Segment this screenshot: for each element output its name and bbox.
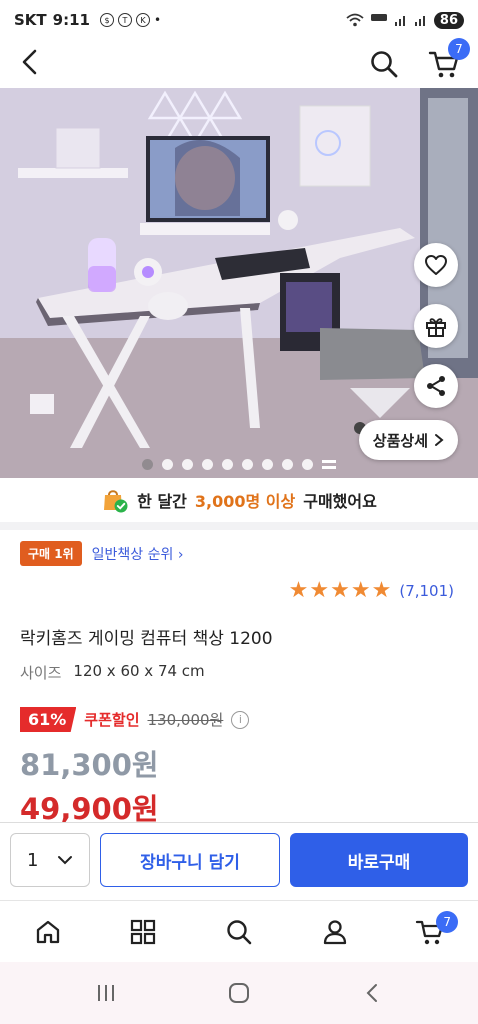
pagination-dot[interactable] [142, 459, 153, 470]
heart-icon [425, 255, 447, 275]
pagination-dot[interactable] [262, 459, 273, 470]
battery-level: 86 [433, 11, 464, 29]
product-detail-button[interactable]: 상품상세 [358, 420, 458, 460]
info-icon[interactable]: i [231, 710, 250, 729]
product-image-gallery[interactable]: 상품상세 [0, 88, 478, 478]
signal-icon-2 [414, 16, 425, 26]
quantity-select[interactable]: 1 [10, 833, 90, 887]
status-time: 9:11 [52, 11, 90, 29]
system-back-button[interactable] [342, 973, 402, 1013]
product-detail-label: 상품상세 [372, 431, 428, 450]
chevron-left-icon [22, 49, 37, 75]
search-button[interactable] [364, 44, 404, 84]
status-bar: SKT 9:11 $ T K • 86 [0, 0, 478, 40]
chevron-down-icon [58, 856, 72, 865]
app-header: 7 [0, 38, 478, 88]
star-icon: ★ [309, 578, 330, 603]
user-icon [323, 919, 346, 944]
share-button[interactable] [414, 364, 458, 408]
bottom-tab-bar: 7 [0, 900, 478, 962]
like-button[interactable] [414, 243, 458, 287]
signal-icon [394, 16, 405, 26]
star-icon: ★ [350, 578, 371, 603]
more-notifications-icon: • [153, 13, 162, 27]
app-icon: K [135, 13, 150, 27]
chevron-right-icon: › [177, 546, 184, 563]
cart-count-badge: 7 [448, 38, 470, 60]
system-navigation-bar [0, 962, 478, 1024]
gift-button[interactable] [414, 304, 458, 348]
pagination-dot[interactable] [162, 459, 173, 470]
tab-cart[interactable]: 7 [400, 907, 460, 957]
tab-my-page[interactable] [305, 907, 365, 957]
carrier-label: SKT [14, 11, 47, 29]
coupon-discount-label: 쿠폰할인 [84, 711, 140, 729]
category-rank-label: 일반책상 순위 [91, 546, 174, 563]
tab-search[interactable] [209, 907, 269, 957]
pagination-dot[interactable] [222, 459, 233, 470]
recent-apps-icon [98, 985, 115, 1001]
social-proof-prefix: 한 달간 [137, 492, 187, 511]
size-label: 사이즈 [20, 664, 62, 682]
star-rating: ★ ★ ★ ★ ★ [289, 580, 392, 602]
product-title: 락키홈즈 게이밍 컴퓨터 책상 1200 [20, 629, 273, 649]
star-icon: ★ [288, 578, 309, 603]
original-price: 130,000원 [147, 711, 224, 729]
talk-icon: T [117, 13, 132, 27]
pagination-dot[interactable] [302, 459, 313, 470]
purchase-bar: 1 장바구니 담기 바로구매 [0, 822, 478, 900]
add-to-cart-button[interactable]: 장바구니 담기 [100, 833, 280, 887]
pagination-dot[interactable] [202, 459, 213, 470]
regular-price: 81,300원 [20, 748, 159, 782]
grid-icon [131, 919, 156, 944]
pagination-more-icon [322, 460, 336, 469]
social-proof-suffix: 구매했어요 [303, 492, 377, 511]
coupon-discount-row: 61% 쿠폰할인 130,000원 i [20, 707, 250, 732]
back-button[interactable] [12, 44, 48, 80]
star-icon: ★ [330, 578, 350, 603]
star-icon: ★ [371, 578, 392, 603]
shopping-bag-check-icon [104, 490, 128, 513]
gift-icon [426, 318, 446, 337]
share-icon [427, 376, 445, 396]
chevron-right-icon [435, 434, 444, 446]
home-circle-icon [228, 983, 249, 1003]
quantity-value: 1 [27, 849, 39, 871]
rank-row: 구매 1위 일반책상 순위 › [20, 541, 183, 566]
discount-rate-badge: 61% [20, 707, 77, 732]
social-proof-highlight: 3,000명 이상 [194, 492, 296, 511]
notification-icon: $ [99, 13, 114, 27]
cart-button[interactable]: 7 [422, 38, 470, 84]
section-divider [0, 522, 478, 530]
category-rank-link[interactable]: 일반책상 순위 › [92, 544, 184, 564]
cart-count-badge: 7 [436, 910, 459, 933]
pagination-dot[interactable] [242, 459, 253, 470]
volte-icon [370, 14, 387, 21]
tab-categories[interactable] [113, 907, 173, 957]
size-value: 120 x 60 x 74 cm [73, 662, 205, 680]
pagination-dot[interactable] [182, 459, 193, 470]
wifi-icon [346, 13, 364, 27]
home-system-button[interactable] [209, 973, 269, 1013]
home-icon [36, 920, 59, 943]
buy-now-button[interactable]: 바로구매 [290, 833, 468, 887]
review-count-link[interactable]: (7,101) [399, 582, 454, 600]
tab-home[interactable] [18, 907, 78, 957]
search-icon [227, 919, 252, 944]
gallery-pagination [0, 459, 478, 470]
search-icon [371, 51, 398, 78]
recent-apps-button[interactable] [76, 973, 136, 1013]
rank-badge: 구매 1위 [20, 541, 82, 566]
rating-row[interactable]: ★ ★ ★ ★ ★ (7,101) [289, 580, 454, 602]
back-arrow-icon [366, 984, 377, 1002]
size-spec: 사이즈 120 x 60 x 74 cm [20, 662, 205, 683]
purchase-count-banner: 한 달간 3,000명 이상 구매했어요 [0, 484, 478, 516]
pagination-dot[interactable] [282, 459, 293, 470]
